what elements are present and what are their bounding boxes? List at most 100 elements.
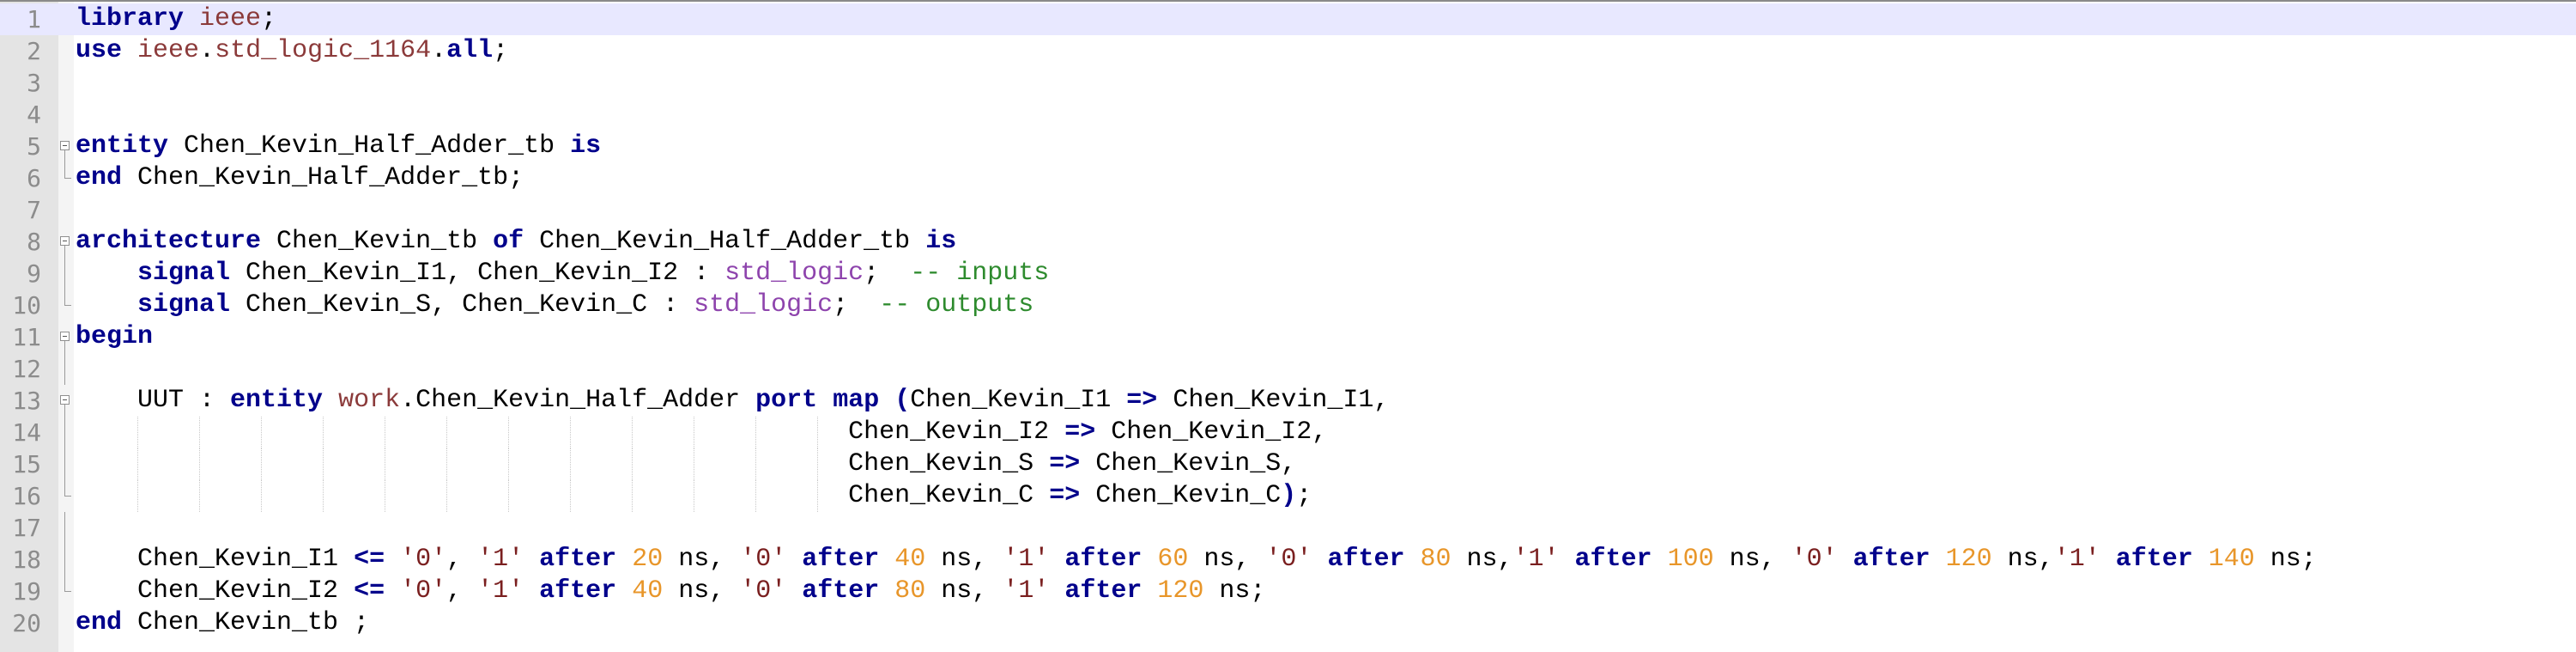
number-literal: 80 xyxy=(1420,545,1452,574)
minus-box-icon[interactable] xyxy=(60,141,70,150)
code-line[interactable]: 3 xyxy=(0,67,2576,99)
code-line[interactable]: 12 xyxy=(0,353,2576,385)
code-line[interactable]: 13 UUT : entity work.Chen_Kevin_Half_Add… xyxy=(0,385,2576,417)
code-line[interactable]: 17 xyxy=(0,512,2576,544)
fold-end-marker xyxy=(60,289,72,321)
keyword: after xyxy=(1574,545,1652,574)
code-line[interactable]: 20 end Chen_Kevin_tb ; xyxy=(0,607,2576,639)
fold-line-segment xyxy=(64,289,65,305)
fold-toggle-icon[interactable] xyxy=(60,321,72,353)
fold-line xyxy=(64,150,65,162)
bit-literal: '1' xyxy=(1512,545,1560,574)
fold-line xyxy=(60,544,72,576)
number-literal: 100 xyxy=(1667,545,1714,574)
minus-box-icon[interactable] xyxy=(60,236,70,246)
code-line[interactable]: 16 Chen_Kevin_C => Chen_Kevin_C); xyxy=(0,480,2576,512)
bit-literal: '0' xyxy=(740,545,787,574)
line-number: 16 xyxy=(12,482,41,510)
code-text[interactable]: Chen_Kevin_I2 => Chen_Kevin_I2, xyxy=(76,417,1327,448)
code-line[interactable]: 5 entity Chen_Kevin_Half_Adder_tb is xyxy=(0,131,2576,162)
code-text[interactable]: signal Chen_Kevin_I1, Chen_Kevin_I2 : st… xyxy=(76,258,1049,289)
code-text[interactable]: architecture Chen_Kevin_tb of Chen_Kevin… xyxy=(76,226,956,258)
line-number: 9 xyxy=(27,259,41,288)
keyword: after xyxy=(802,545,880,574)
minus-box-icon[interactable] xyxy=(60,332,70,341)
fold-line xyxy=(60,417,72,448)
code-line[interactable]: 14 Chen_Kevin_I2 => Chen_Kevin_I2, xyxy=(0,417,2576,448)
fold-line xyxy=(60,448,72,480)
fold-line-segment xyxy=(64,512,65,544)
code-token: ; xyxy=(493,36,509,65)
keyword: after xyxy=(539,545,617,574)
keyword: architecture xyxy=(76,227,262,256)
minus-box-icon[interactable] xyxy=(60,395,70,405)
code-line[interactable]: 8 architecture Chen_Kevin_tb of Chen_Kevi… xyxy=(0,226,2576,258)
code-text[interactable]: Chen_Kevin_I2 <= '0', '1' after 40 ns, '… xyxy=(76,576,1265,607)
fold-empty xyxy=(60,35,72,67)
code-token: Chen_Kevin_C xyxy=(76,481,1050,510)
keyword: signal xyxy=(137,259,231,288)
keyword: is xyxy=(925,227,957,256)
type-name: std_logic xyxy=(724,259,864,288)
bit-literal: '1' xyxy=(1003,545,1050,574)
code-line[interactable]: 9 signal Chen_Kevin_I1, Chen_Kevin_I2 : … xyxy=(0,258,2576,289)
fold-toggle-icon[interactable] xyxy=(60,385,72,417)
number-literal: 140 xyxy=(2208,545,2255,574)
code-text[interactable]: begin xyxy=(76,321,153,353)
code-text[interactable]: Chen_Kevin_C => Chen_Kevin_C); xyxy=(76,480,1312,512)
code-lines[interactable]: 1 library ieee; 2 use ieee.std_logic_1164.a… xyxy=(0,3,2576,639)
code-line[interactable]: 4 xyxy=(0,99,2576,131)
operator: <= xyxy=(354,545,385,574)
code-line[interactable]: 2 use ieee.std_logic_1164.all; xyxy=(0,35,2576,67)
fold-toggle-icon[interactable] xyxy=(60,226,72,258)
code-token: ns, xyxy=(663,545,741,574)
code-text[interactable]: library ieee; xyxy=(76,3,276,35)
keyword: map xyxy=(833,386,880,415)
code-text[interactable]: signal Chen_Kevin_S, Chen_Kevin_C : std_… xyxy=(76,289,1033,321)
code-line[interactable]: 15 Chen_Kevin_S => Chen_Kevin_S, xyxy=(0,448,2576,480)
fold-empty xyxy=(60,194,72,226)
line-number: 17 xyxy=(12,514,41,542)
code-token: ; xyxy=(833,290,880,320)
code-text[interactable]: Chen_Kevin_S => Chen_Kevin_S, xyxy=(76,448,1296,480)
code-line[interactable]: 18 Chen_Kevin_I1 <= '0', '1' after 20 ns… xyxy=(0,544,2576,576)
code-text[interactable]: end Chen_Kevin_Half_Adder_tb; xyxy=(76,162,524,194)
line-number: 10 xyxy=(12,291,41,320)
number-literal: 20 xyxy=(632,545,664,574)
code-text[interactable]: UUT : entity work.Chen_Kevin_Half_Adder … xyxy=(76,385,1389,417)
code-text[interactable]: use ieee.std_logic_1164.all; xyxy=(76,35,508,67)
line-number: 2 xyxy=(27,37,41,65)
fold-line-segment xyxy=(64,576,65,591)
fold-toggle-icon[interactable] xyxy=(60,131,72,162)
fold-line-segment xyxy=(64,162,65,178)
code-text[interactable]: end Chen_Kevin_tb ; xyxy=(76,607,369,639)
code-line[interactable]: 11 begin xyxy=(0,321,2576,353)
keyword: is xyxy=(570,131,602,161)
code-editor[interactable]: 1 library ieee; 2 use ieee.std_logic_1164.a… xyxy=(0,0,2576,652)
keyword: begin xyxy=(76,322,154,351)
code-line[interactable]: 7 xyxy=(0,194,2576,226)
code-token: Chen_Kevin_Half_Adder_tb xyxy=(524,227,926,256)
code-token: ns, xyxy=(1188,545,1266,574)
code-line[interactable]: 10 signal Chen_Kevin_S, Chen_Kevin_C : s… xyxy=(0,289,2576,321)
code-text[interactable]: entity Chen_Kevin_Half_Adder_tb is xyxy=(76,131,601,162)
line-number: 1 xyxy=(27,5,41,34)
code-line[interactable]: 19 Chen_Kevin_I2 <= '0', '1' after 40 ns… xyxy=(0,576,2576,607)
code-token: Chen_Kevin_S, xyxy=(1080,449,1297,478)
keyword: use xyxy=(76,36,123,65)
fold-end-marker xyxy=(60,480,72,512)
fold-line xyxy=(60,258,72,289)
code-text[interactable]: Chen_Kevin_I1 <= '0', '1' after 20 ns, '… xyxy=(76,544,2317,576)
line-number: 13 xyxy=(12,387,41,415)
code-line[interactable]: 1 library ieee; xyxy=(0,3,2576,35)
code-line[interactable]: 6 end Chen_Kevin_Half_Adder_tb; xyxy=(0,162,2576,194)
